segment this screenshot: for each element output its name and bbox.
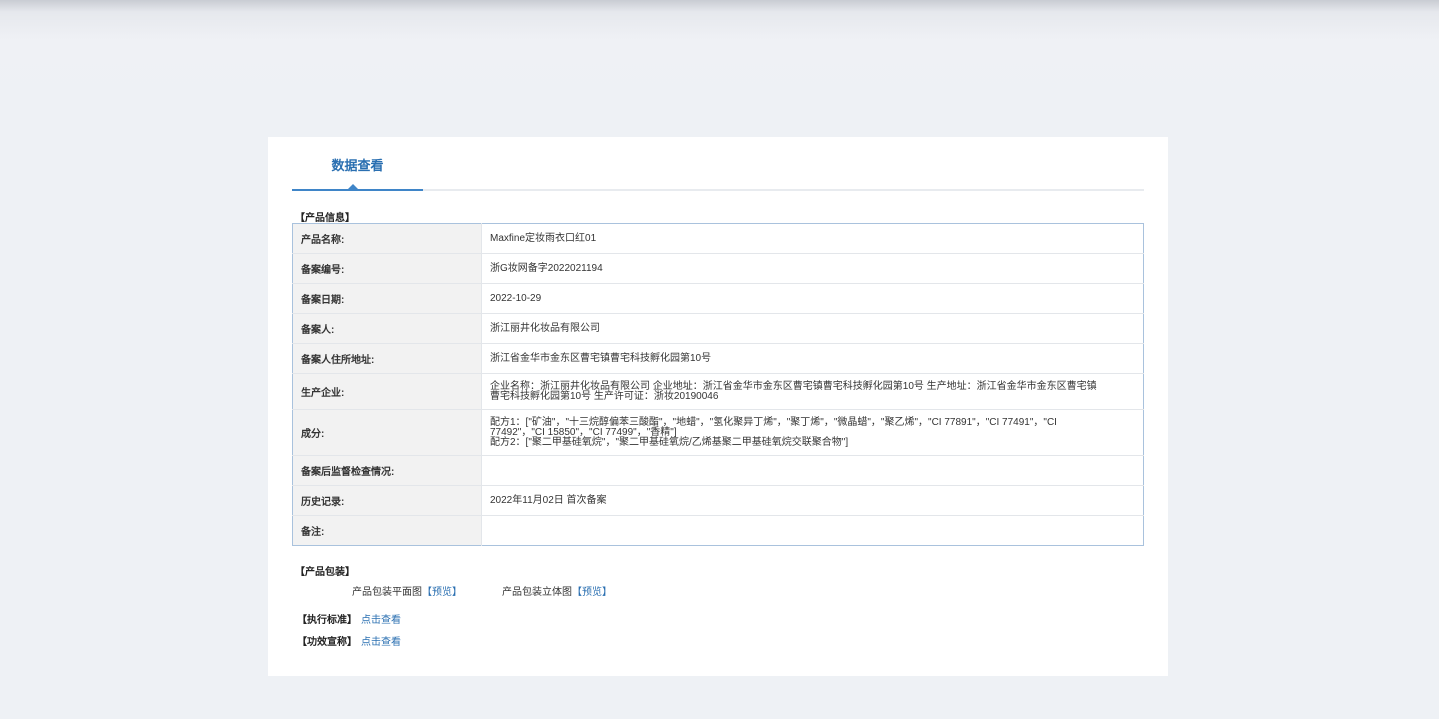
table-row-ingredients: 成分: 配方1：["矿油"，"十三烷醇偏苯三酸酯"，"地蜡"，"氢化聚异丁烯"，… bbox=[292, 409, 1144, 456]
claims-label: 【功效宣称】 bbox=[297, 637, 357, 648]
ingredients-formula-1: 配方1：["矿油"，"十三烷醇偏苯三酸酯"，"地蜡"，"氢化聚异丁烯"，"聚丁烯… bbox=[490, 416, 1057, 438]
data-view-card: 数据查看 【产品信息】 产品名称: Maxfine定妆雨衣口红01 备案编号: … bbox=[268, 137, 1168, 676]
record-date-value: 2022-10-29 bbox=[481, 283, 1144, 314]
registrant-address-value: 浙江省金华市金东区曹宅镇曹宅科技孵化园第10号 bbox=[481, 343, 1144, 374]
tab-caret-icon bbox=[348, 184, 358, 189]
table-row-supervision: 备案后监督检查情况: bbox=[292, 455, 1144, 486]
claims-view-link[interactable]: 点击查看 bbox=[361, 637, 401, 648]
packaging-3d-item: 产品包装立体图【预览】 bbox=[502, 587, 612, 598]
packaging-flat-item: 产品包装平面图【预览】 bbox=[352, 587, 462, 598]
product-info-title: 【产品信息】 bbox=[295, 213, 355, 224]
tab-data-view-label: 数据查看 bbox=[331, 158, 384, 173]
tab-bar: 数据查看 bbox=[292, 137, 1144, 191]
table-row-remarks: 备注: bbox=[292, 515, 1144, 546]
table-row-history: 历史记录: 2022年11月02日 首次备案 bbox=[292, 485, 1144, 516]
remarks-label: 备注: bbox=[292, 515, 482, 546]
packaging-title: 【产品包装】 bbox=[295, 567, 355, 578]
product-name-label: 产品名称: bbox=[292, 223, 482, 254]
history-value: 2022年11月02日 首次备案 bbox=[481, 485, 1144, 516]
remarks-value bbox=[482, 516, 1144, 546]
registrant-value: 浙江丽井化妆品有限公司 bbox=[481, 313, 1144, 344]
tab-data-view[interactable]: 数据查看 bbox=[292, 137, 423, 191]
history-label: 历史记录: bbox=[292, 485, 482, 516]
table-row-registrant: 备案人: 浙江丽井化妆品有限公司 bbox=[292, 313, 1144, 344]
record-number-label: 备案编号: bbox=[292, 253, 482, 284]
supervision-value bbox=[481, 455, 1144, 486]
table-row-registrant-address: 备案人住所地址: 浙江省金华市金东区曹宅镇曹宅科技孵化园第10号 bbox=[292, 343, 1144, 374]
standard-view-link[interactable]: 点击查看 bbox=[361, 615, 401, 626]
ingredients-label: 成分: bbox=[292, 409, 482, 456]
table-row-record-date: 备案日期: 2022-10-29 bbox=[292, 283, 1144, 314]
product-name-value: Maxfine定妆雨衣口红01 bbox=[481, 223, 1144, 254]
supervision-label: 备案后监督检查情况: bbox=[292, 455, 482, 486]
record-date-label: 备案日期: bbox=[292, 283, 482, 314]
tab-active-underline bbox=[292, 189, 423, 191]
product-info-table: 产品名称: Maxfine定妆雨衣口红01 备案编号: 浙G妆网备字202202… bbox=[292, 223, 1144, 546]
page-background bbox=[0, 0, 1439, 130]
packaging-flat-preview-link[interactable]: 预览 bbox=[432, 587, 452, 598]
registrant-label: 备案人: bbox=[292, 313, 482, 344]
table-row-manufacturer: 生产企业: 企业名称：浙江丽井化妆品有限公司 企业地址：浙江省金华市金东区曹宅镇… bbox=[292, 373, 1144, 410]
standard-label: 【执行标准】 bbox=[297, 615, 357, 626]
packaging-3d-label: 产品包装立体图 bbox=[502, 587, 572, 598]
ingredients-formula-2: 配方2：["聚二甲基硅氧烷"，"聚二甲基硅氧烷/乙烯基聚二甲基硅氧烷交联聚合物"… bbox=[490, 436, 849, 448]
table-row-record-number: 备案编号: 浙G妆网备字2022021194 bbox=[292, 253, 1144, 284]
claims-row: 【功效宣称】 点击查看 bbox=[297, 633, 401, 648]
ingredients-value: 配方1：["矿油"，"十三烷醇偏苯三酸酯"，"地蜡"，"氢化聚异丁烯"，"聚丁烯… bbox=[481, 409, 1144, 456]
manufacturer-value: 企业名称：浙江丽井化妆品有限公司 企业地址：浙江省金华市金东区曹宅镇曹宅科技孵化… bbox=[481, 373, 1144, 410]
packaging-flat-label: 产品包装平面图 bbox=[352, 587, 422, 598]
standard-row: 【执行标准】 点击查看 bbox=[297, 611, 401, 626]
manufacturer-label: 生产企业: bbox=[292, 373, 482, 410]
table-row-product-name: 产品名称: Maxfine定妆雨衣口红01 bbox=[292, 223, 1144, 254]
record-number-value: 浙G妆网备字2022021194 bbox=[481, 253, 1144, 284]
registrant-address-label: 备案人住所地址: bbox=[292, 343, 482, 374]
packaging-3d-preview-link[interactable]: 预览 bbox=[582, 587, 602, 598]
